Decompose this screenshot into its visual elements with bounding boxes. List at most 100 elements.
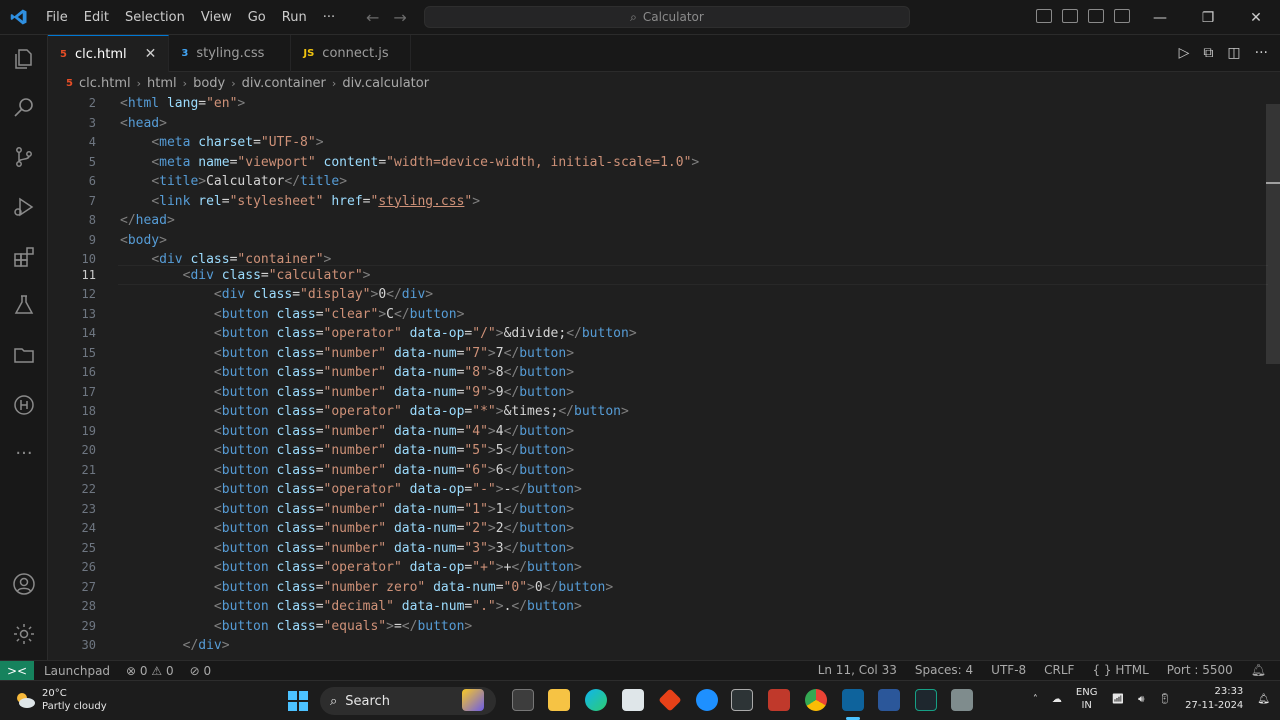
explorer-icon[interactable]: [12, 47, 36, 71]
line-number: 2: [88, 96, 96, 110]
system-tray: ˄ ☁ ENG IN 📶︎ 🔊︎ 🔋︎ 23:33 27-11-2024 🔔︎: [1033, 685, 1270, 713]
vertical-scrollbar[interactable]: [1266, 104, 1280, 364]
notifications-bell-icon[interactable]: 🔔︎: [1251, 663, 1266, 677]
region-code: IN: [1081, 700, 1092, 711]
close-tab-icon[interactable]: ✕: [145, 46, 157, 62]
copilot-icon[interactable]: [462, 689, 484, 711]
command-center[interactable]: ⌕ Calculator: [424, 6, 910, 28]
menu-selection[interactable]: Selection: [117, 10, 193, 25]
chrome-browser-icon[interactable]: [805, 689, 827, 711]
input-language[interactable]: ENG IN: [1076, 686, 1098, 712]
calculator-app-icon[interactable]: [951, 689, 973, 711]
more-actions-icon[interactable]: ···: [1255, 45, 1268, 61]
source-control-icon[interactable]: [12, 145, 36, 169]
wifi-icon[interactable]: 📶︎: [1111, 694, 1124, 705]
remote-indicator[interactable]: ><: [0, 660, 34, 681]
code-line-current: <div class="calculator">: [182, 267, 371, 283]
code-line: <button class="number zero" data-num="0"…: [213, 579, 614, 595]
tab-connect-js[interactable]: JS connect.js: [291, 35, 412, 72]
partly-cloudy-icon: [17, 693, 35, 708]
problems-item[interactable]: ⊗ 0 ⚠ 0: [126, 664, 174, 678]
clock[interactable]: 23:33 27-11-2024: [1185, 685, 1243, 713]
breadcrumb-div-calculator[interactable]: div.calculator: [342, 76, 429, 91]
code-line: <button class="operator" data-op="-">-</…: [213, 482, 582, 497]
line-number: 20: [81, 443, 96, 457]
run-debug-icon[interactable]: [12, 195, 36, 219]
mcafee-icon[interactable]: [768, 689, 790, 711]
task-view-icon[interactable]: [512, 689, 534, 711]
more-icon[interactable]: ···: [12, 441, 36, 465]
search-icon[interactable]: [12, 95, 36, 119]
menu-file[interactable]: File: [38, 10, 76, 25]
toggle-secondary-sidebar-icon[interactable]: [1088, 9, 1104, 23]
breadcrumb-html[interactable]: html: [147, 76, 177, 91]
file-explorer-icon[interactable]: [548, 689, 570, 711]
line-number: 19: [81, 423, 96, 438]
html-file-icon: 5: [66, 77, 73, 89]
cursor-position[interactable]: Ln 11, Col 33: [818, 663, 897, 677]
line-number: 4: [88, 135, 96, 149]
word-icon[interactable]: [878, 689, 900, 711]
close-window-icon[interactable]: ✕: [1232, 0, 1280, 35]
split-editor-icon[interactable]: ◫: [1227, 45, 1240, 61]
python-app-icon[interactable]: [696, 689, 718, 711]
menu-more[interactable]: ···: [315, 10, 343, 25]
tab-clc-html[interactable]: 5 clc.html ✕: [48, 35, 170, 72]
battery-icon[interactable]: 🔋︎: [1158, 694, 1171, 705]
live-server-port[interactable]: Port : 5500: [1167, 663, 1233, 677]
encoding[interactable]: UTF-8: [991, 663, 1026, 677]
menu-bar: File Edit Selection View Go Run ···: [38, 10, 343, 25]
line-number: 12: [81, 287, 96, 301]
line-number: 24: [81, 521, 96, 535]
vscode-logo-icon[interactable]: [0, 0, 38, 35]
menu-view[interactable]: View: [193, 10, 240, 25]
remote-explorer-icon[interactable]: [12, 393, 36, 417]
breadcrumb-div-container[interactable]: div.container: [242, 76, 326, 91]
weather-widget[interactable]: 20°C Partly cloudy: [14, 687, 107, 713]
screen-tool-icon[interactable]: [915, 689, 937, 711]
ports-item[interactable]: ⊘ 0: [190, 664, 212, 678]
vscode-taskbar-icon[interactable]: [842, 689, 864, 711]
folder-icon[interactable]: [12, 343, 36, 367]
anydesk-icon[interactable]: [658, 688, 682, 712]
terminal-icon[interactable]: [731, 689, 753, 711]
code-line: <button class="number" data-num="8">8</b…: [213, 365, 575, 380]
code-area[interactable]: <html lang="en"> <head> <meta charset="U…: [120, 94, 1260, 660]
customize-layout-icon[interactable]: [1114, 9, 1130, 23]
volume-icon[interactable]: 🔊︎: [1138, 694, 1144, 705]
title-bar: File Edit Selection View Go Run ··· ← → …: [0, 0, 1280, 35]
notification-center-icon[interactable]: 🔔︎: [1257, 694, 1270, 705]
testing-flask-icon[interactable]: [12, 293, 36, 317]
tab-styling-css[interactable]: 3 styling.css: [169, 35, 292, 72]
line-number: 30: [81, 638, 96, 652]
menu-go[interactable]: Go: [240, 10, 274, 25]
windows-start-icon[interactable]: [288, 691, 308, 711]
open-preview-icon[interactable]: ⧉: [1203, 45, 1213, 61]
accounts-icon[interactable]: [12, 572, 36, 596]
code-editor[interactable]: 2 3 4 5 6 7 8 9 10 11 12 13 14 15 16 17 …: [48, 94, 1280, 660]
run-icon[interactable]: ▷: [1179, 45, 1190, 61]
launchpad-item[interactable]: Launchpad: [44, 664, 110, 678]
chevron-right-icon: ›: [231, 76, 236, 90]
language-mode[interactable]: { } HTML: [1092, 663, 1148, 677]
toggle-panel-icon[interactable]: [1062, 9, 1078, 23]
indentation[interactable]: Spaces: 4: [915, 663, 973, 677]
breadcrumb-body[interactable]: body: [193, 76, 225, 91]
back-arrow-icon[interactable]: ←: [366, 8, 379, 27]
restore-icon[interactable]: ❐: [1184, 0, 1232, 35]
edge-browser-icon[interactable]: [585, 689, 607, 711]
breadcrumb-file[interactable]: clc.html: [79, 76, 131, 91]
menu-edit[interactable]: Edit: [76, 10, 117, 25]
onedrive-cloud-icon[interactable]: ☁: [1052, 694, 1062, 705]
minimize-icon[interactable]: —: [1136, 0, 1184, 35]
chevron-up-icon[interactable]: ˄: [1033, 694, 1038, 705]
settings-gear-icon[interactable]: [12, 622, 36, 646]
code-line: <button class="number" data-num="9">9</b…: [213, 384, 575, 400]
forward-arrow-icon[interactable]: →: [393, 8, 406, 27]
menu-run[interactable]: Run: [274, 10, 315, 25]
extensions-icon[interactable]: [12, 245, 36, 269]
end-of-line[interactable]: CRLF: [1044, 663, 1074, 677]
microsoft-store-icon[interactable]: [622, 689, 644, 711]
line-number-current: 11: [81, 267, 96, 282]
toggle-primary-sidebar-icon[interactable]: [1036, 9, 1052, 23]
